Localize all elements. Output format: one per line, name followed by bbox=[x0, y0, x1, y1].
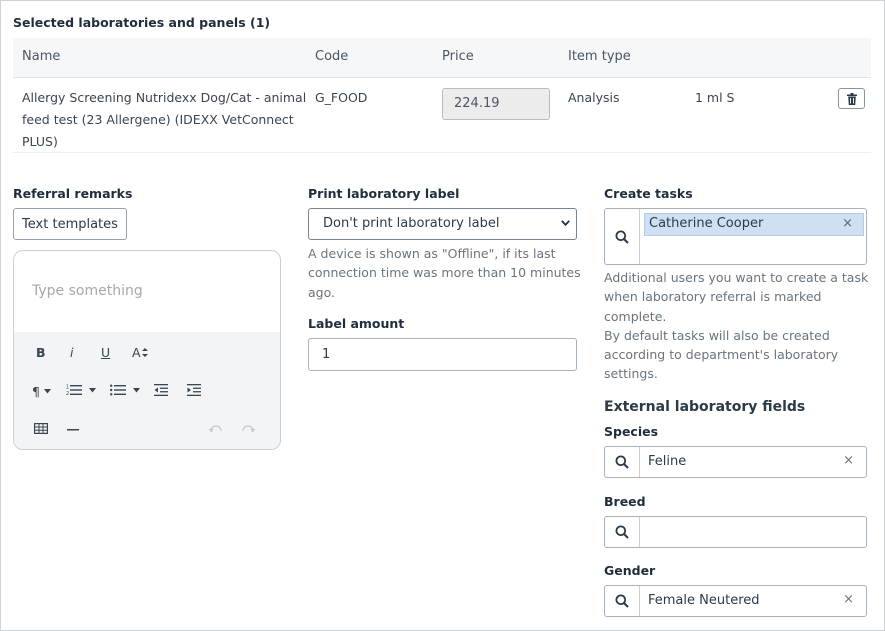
search-icon bbox=[615, 594, 629, 608]
tasks-select[interactable]: Catherine Cooper × bbox=[604, 208, 867, 265]
label-amount-input[interactable]: 1 bbox=[308, 338, 577, 371]
bold-button[interactable]: B bbox=[36, 345, 46, 360]
help-line: By default tasks will also be created bbox=[604, 327, 830, 343]
font-size-icon: A bbox=[132, 345, 141, 360]
chevron-down-icon bbox=[43, 389, 51, 394]
help-line: connection time was more than 10 minutes bbox=[308, 265, 581, 281]
label-amount-value: 1 bbox=[322, 347, 331, 362]
horizontal-rule-icon bbox=[67, 429, 79, 431]
chevron-down-icon bbox=[133, 387, 140, 392]
help-line: ago. bbox=[308, 284, 335, 300]
row-name: Allergy Screening Nutridexx Dog/Cat - an… bbox=[22, 87, 307, 153]
print-label-label: Print laboratory label bbox=[308, 186, 460, 201]
svg-text:1: 1 bbox=[66, 385, 69, 391]
ordered-list-button[interactable]: 1 2 bbox=[66, 384, 96, 396]
breed-select[interactable] bbox=[604, 516, 867, 548]
bullet-list-button[interactable] bbox=[110, 384, 140, 396]
species-search-button[interactable] bbox=[605, 447, 640, 477]
indent-icon bbox=[187, 384, 201, 396]
font-size-button[interactable]: A bbox=[132, 345, 148, 360]
table-button[interactable] bbox=[34, 423, 48, 434]
print-label-help: A device is shown as "Offline", if its l… bbox=[308, 244, 581, 302]
clear-gender-icon[interactable]: × bbox=[843, 592, 854, 607]
print-label-select[interactable]: Don't print laboratory label bbox=[308, 208, 577, 240]
table-header: Name Code Price Item type bbox=[13, 38, 871, 78]
indent-button[interactable] bbox=[187, 384, 201, 396]
row-name-line-1: Allergy Screening Nutridexx Dog/Cat - an… bbox=[22, 90, 307, 105]
bullet-list-icon bbox=[110, 384, 126, 396]
outdent-icon bbox=[154, 384, 168, 396]
help-line: Additional users you want to create a ta… bbox=[604, 270, 869, 285]
underline-button[interactable]: U bbox=[101, 345, 110, 360]
clear-species-icon[interactable]: × bbox=[843, 453, 854, 468]
svg-text:2: 2 bbox=[66, 391, 69, 396]
table-icon bbox=[34, 423, 48, 434]
row-sample: 1 ml S bbox=[695, 90, 735, 105]
undo-button[interactable] bbox=[208, 424, 222, 433]
assignee-name: Catherine Cooper bbox=[649, 216, 764, 231]
row-item-type: Analysis bbox=[568, 90, 620, 105]
gender-label: Gender bbox=[604, 563, 656, 578]
undo-icon bbox=[208, 425, 222, 433]
header-name: Name bbox=[22, 49, 61, 64]
help-line: settings. bbox=[604, 366, 658, 382]
search-icon bbox=[615, 525, 629, 539]
header-code: Code bbox=[315, 49, 349, 64]
search-icon bbox=[615, 455, 629, 469]
table-row: Allergy Screening Nutridexx Dog/Cat - an… bbox=[13, 78, 871, 153]
row-name-line-3: PLUS) bbox=[22, 134, 58, 149]
italic-button[interactable]: i bbox=[70, 345, 73, 360]
rich-text-editor[interactable]: Type something B i U A ¶ 1 2 bbox=[13, 250, 281, 450]
gender-value: Female Neutered bbox=[648, 593, 760, 608]
trash-icon bbox=[846, 92, 857, 105]
section-title: Selected laboratories and panels (1) bbox=[13, 15, 271, 30]
redo-button[interactable] bbox=[242, 424, 256, 433]
gender-select[interactable]: Female Neutered × bbox=[604, 585, 867, 617]
label-amount-label: Label amount bbox=[308, 316, 405, 331]
delete-row-button[interactable] bbox=[838, 88, 865, 109]
search-icon bbox=[615, 230, 629, 244]
tasks-search-button[interactable] bbox=[605, 209, 640, 264]
header-price: Price bbox=[442, 49, 474, 64]
gender-search-button[interactable] bbox=[605, 586, 640, 616]
editor-toolbar: B i U A ¶ 1 2 bbox=[14, 332, 280, 449]
editor-placeholder: Type something bbox=[32, 283, 143, 299]
create-tasks-label: Create tasks bbox=[604, 186, 693, 201]
tasks-help: Additional users you want to create a ta… bbox=[604, 268, 885, 384]
paragraph-button[interactable]: ¶ bbox=[32, 384, 51, 399]
print-label-selected: Don't print laboratory label bbox=[323, 216, 500, 231]
help-line: when laboratory referral is marked compl… bbox=[604, 289, 822, 324]
horizontal-rule-button[interactable] bbox=[67, 429, 79, 431]
breed-search-button[interactable] bbox=[605, 517, 640, 547]
row-code: G_FOOD bbox=[315, 90, 368, 105]
external-fields-heading: External laboratory fields bbox=[604, 399, 806, 415]
species-label: Species bbox=[604, 424, 659, 439]
text-templates-button[interactable]: Text templates bbox=[13, 208, 127, 240]
ordered-list-icon: 1 2 bbox=[66, 385, 82, 396]
remove-assignee-icon[interactable]: × bbox=[842, 216, 853, 231]
redo-icon bbox=[242, 425, 256, 433]
breed-label: Breed bbox=[604, 494, 646, 509]
chevron-down-icon bbox=[89, 387, 96, 392]
outdent-button[interactable] bbox=[154, 384, 168, 396]
chevron-down-icon bbox=[561, 220, 570, 226]
help-line: according to department's laboratory bbox=[604, 347, 839, 363]
header-item-type: Item type bbox=[568, 49, 631, 64]
paragraph-icon: ¶ bbox=[32, 384, 40, 399]
font-size-arrows-icon bbox=[141, 348, 148, 357]
help-line: A device is shown as "Offline", if its l… bbox=[308, 246, 556, 261]
assignee-tag: Catherine Cooper × bbox=[644, 213, 864, 236]
row-name-line-2: feed test (23 Allergene) (IDEXX VetConne… bbox=[22, 112, 294, 127]
price-input[interactable]: 224.19 bbox=[442, 88, 550, 120]
referral-remarks-label: Referral remarks bbox=[13, 186, 133, 201]
species-select[interactable]: Feline × bbox=[604, 446, 867, 478]
species-value: Feline bbox=[648, 454, 687, 469]
